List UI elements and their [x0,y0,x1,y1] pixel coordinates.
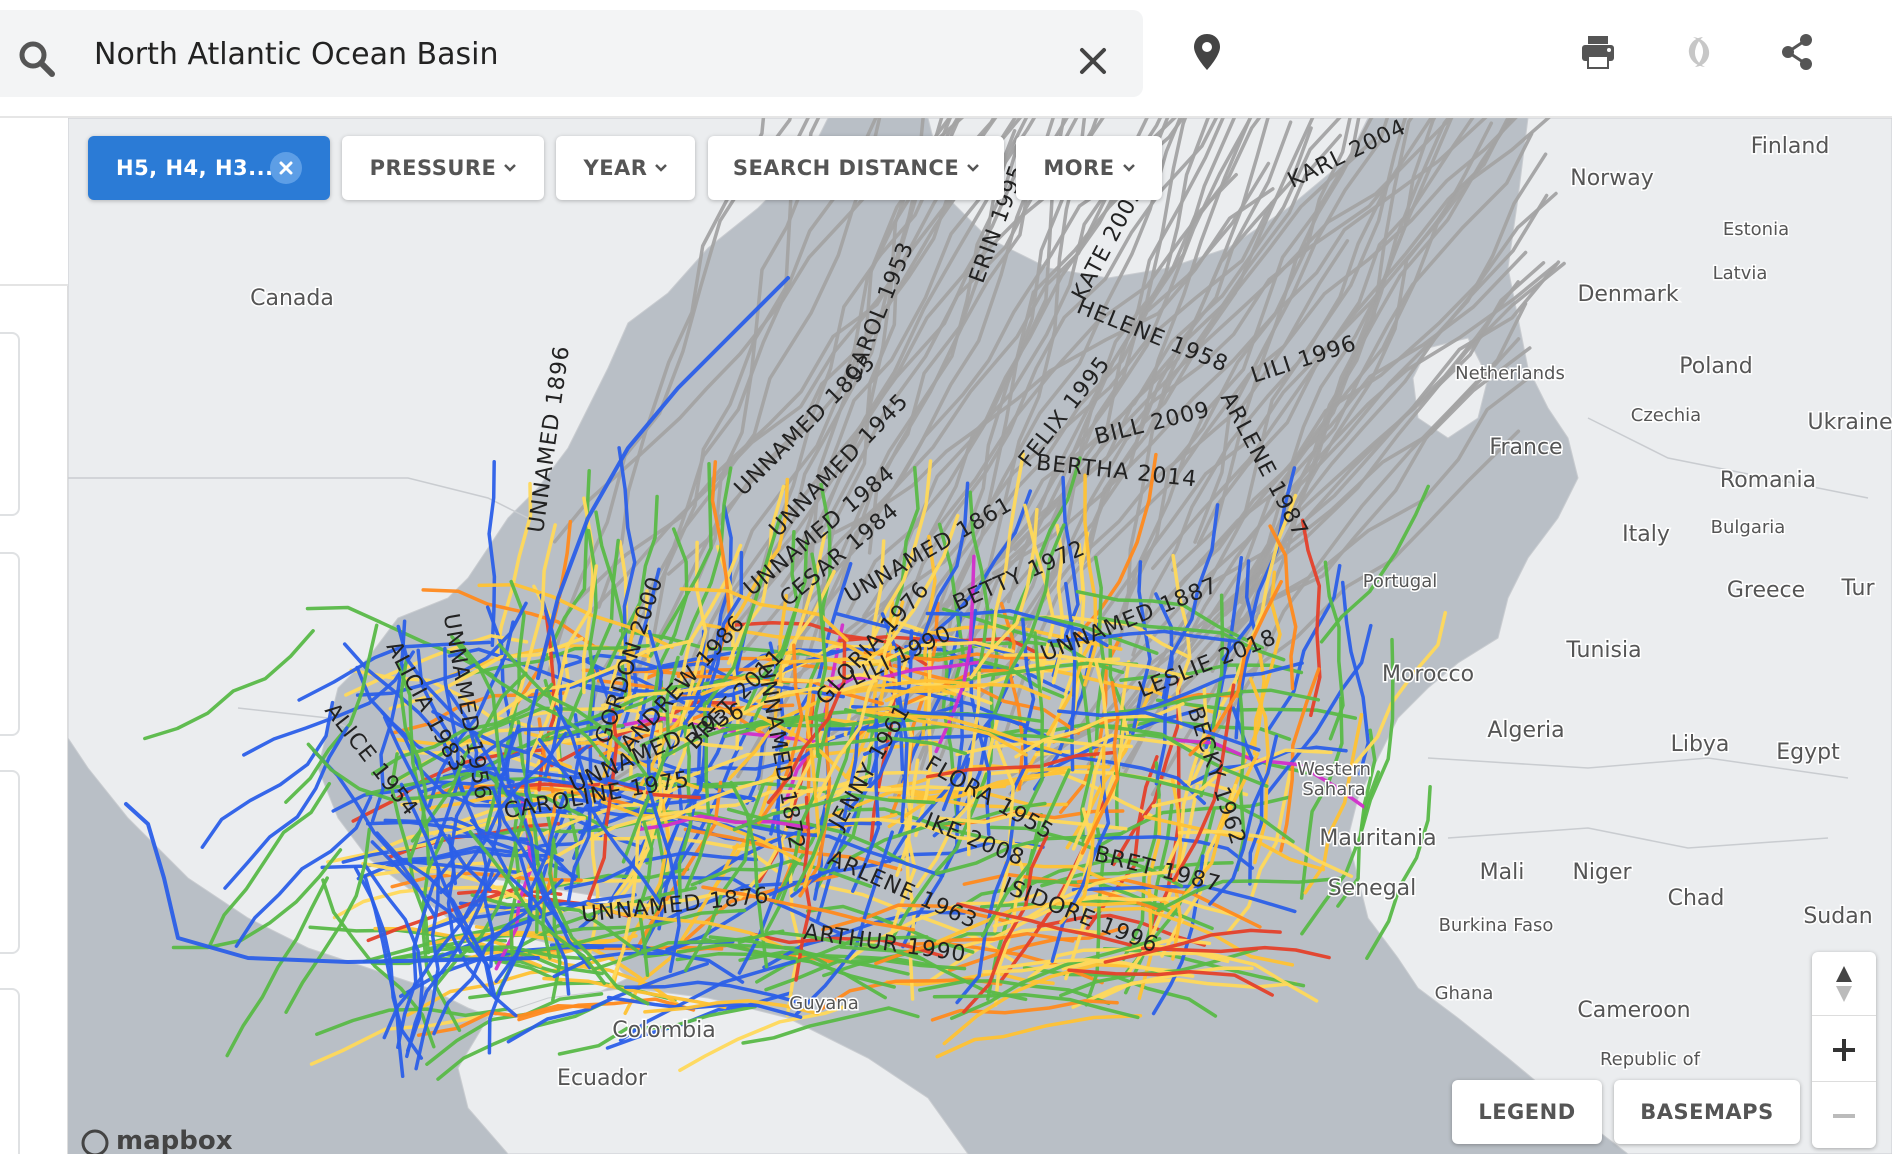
place-label-chad: Chad [1668,886,1725,911]
place-label-ukraine: Ukraine [1808,410,1892,435]
left-card-2[interactable] [0,552,20,736]
place-label-burkina-faso: Burkina Faso [1439,915,1554,936]
filter-year-label: YEAR [583,156,648,180]
filter-search-distance-label: SEARCH DISTANCE [732,156,960,180]
place-label-turkey: Tur [1840,576,1875,601]
search-icon[interactable] [18,40,56,78]
place-label-republic-of: Republic of [1600,1049,1701,1070]
place-label-netherlands: Netherlands [1455,363,1565,384]
chevron-down-icon [655,164,668,172]
search-box[interactable] [0,10,1143,97]
place-label-estonia: Estonia [1723,219,1789,240]
filter-more-label: MORE [1043,156,1115,180]
storm-label[interactable]: ALICE 1954 [319,699,422,822]
basemaps-button-label: BASEMAPS [1640,1100,1774,1124]
mapbox-logo-icon [81,1129,109,1154]
zoom-out-button[interactable] [1812,1084,1876,1148]
filter-category-chip[interactable]: H5, H4, H3... [88,136,330,200]
left-card-3[interactable] [0,770,20,954]
place-label-libya: Libya [1671,732,1730,757]
place-label-algeria: Algeria [1487,718,1564,743]
top-bar [0,0,1892,118]
left-card-1[interactable] [0,332,20,516]
legend-button[interactable]: LEGEND [1452,1080,1602,1144]
place-label-latvia: Latvia [1713,263,1768,284]
filter-pressure-button[interactable]: PRESSURE [342,136,544,200]
place-label-bulgaria: Bulgaria [1711,517,1786,538]
share-icon[interactable] [1780,33,1814,71]
search-input[interactable] [94,30,1054,78]
place-label-mauritania: Mauritania [1319,826,1436,851]
place-label-france: France [1489,435,1562,460]
place-label-canada: Canada [250,286,334,311]
mapbox-logo[interactable]: mapbox [80,1126,280,1154]
place-label-tunisia: Tunisia [1565,638,1641,663]
filter-more-button[interactable]: MORE [1016,136,1162,200]
place-label-denmark: Denmark [1577,282,1678,307]
app-root: KARL 2004 KATE 2003 CAROL 1953 HELENE 1958 L… [0,0,1892,1154]
clear-filter-button[interactable] [270,152,302,184]
printer-icon[interactable] [1580,34,1616,70]
compass-icon [1836,965,1852,1002]
place-label-sudan: Sudan [1803,904,1872,929]
close-icon[interactable] [1078,46,1108,76]
hurricane-icon[interactable] [1683,34,1715,70]
place-label-egypt: Egypt [1776,740,1840,765]
filter-category-label: H5, H4, H3... [116,156,274,180]
basemaps-button[interactable]: BASEMAPS [1614,1080,1800,1144]
map-canvas[interactable]: KARL 2004 KATE 2003 CAROL 1953 HELENE 1958 L… [68,118,1892,1154]
place-label-morocco: Morocco [1382,662,1474,687]
mapbox-logo-text: mapbox [116,1126,233,1154]
place-label-mali: Mali [1480,860,1525,885]
map-pin-icon[interactable] [1192,32,1222,72]
filter-pressure-label: PRESSURE [369,156,497,180]
legend-button-label: LEGEND [1478,1100,1576,1124]
map-layer[interactable]: KARL 2004KATE 2003CAROL 1953 HELENE 1958 L… [68,118,1892,1154]
place-label-niger: Niger [1572,860,1632,885]
place-label-portugal: Portugal [1363,571,1438,592]
place-label-ecuador: Ecuador [557,1066,648,1091]
close-icon [279,161,293,175]
place-label-colombia: Colombia [612,1018,715,1043]
place-label-italy: Italy [1622,522,1670,547]
left-card-4[interactable] [0,988,20,1154]
place-label-western-sahara: Western Sahara [1297,759,1371,800]
left-panel[interactable] [0,118,68,1154]
place-label-cameroon: Cameroon [1577,998,1690,1023]
place-label-senegal: Senegal [1328,876,1417,901]
place-label-ghana: Ghana [1435,983,1494,1004]
minus-icon [1833,1114,1855,1118]
filter-year-button[interactable]: YEAR [556,136,695,200]
place-label-greece: Greece [1727,578,1805,603]
zoom-in-button[interactable] [1812,1018,1876,1082]
place-label-norway: Norway [1570,166,1653,191]
plus-icon [1833,1038,1855,1061]
zoom-control[interactable] [1812,952,1876,1148]
chevron-down-icon [967,164,980,172]
filter-search-distance-button[interactable]: SEARCH DISTANCE [708,136,1004,200]
place-label-romania: Romania [1720,468,1816,493]
chevron-down-icon [1122,164,1135,172]
place-label-czechia: Czechia [1631,405,1701,426]
place-label-poland: Poland [1679,354,1752,379]
chevron-down-icon [504,164,517,172]
compass-button[interactable] [1812,952,1876,1016]
left-panel-header [0,118,68,286]
place-label-finland: Finland [1751,134,1830,159]
place-label-guyana: Guyana [789,993,858,1014]
